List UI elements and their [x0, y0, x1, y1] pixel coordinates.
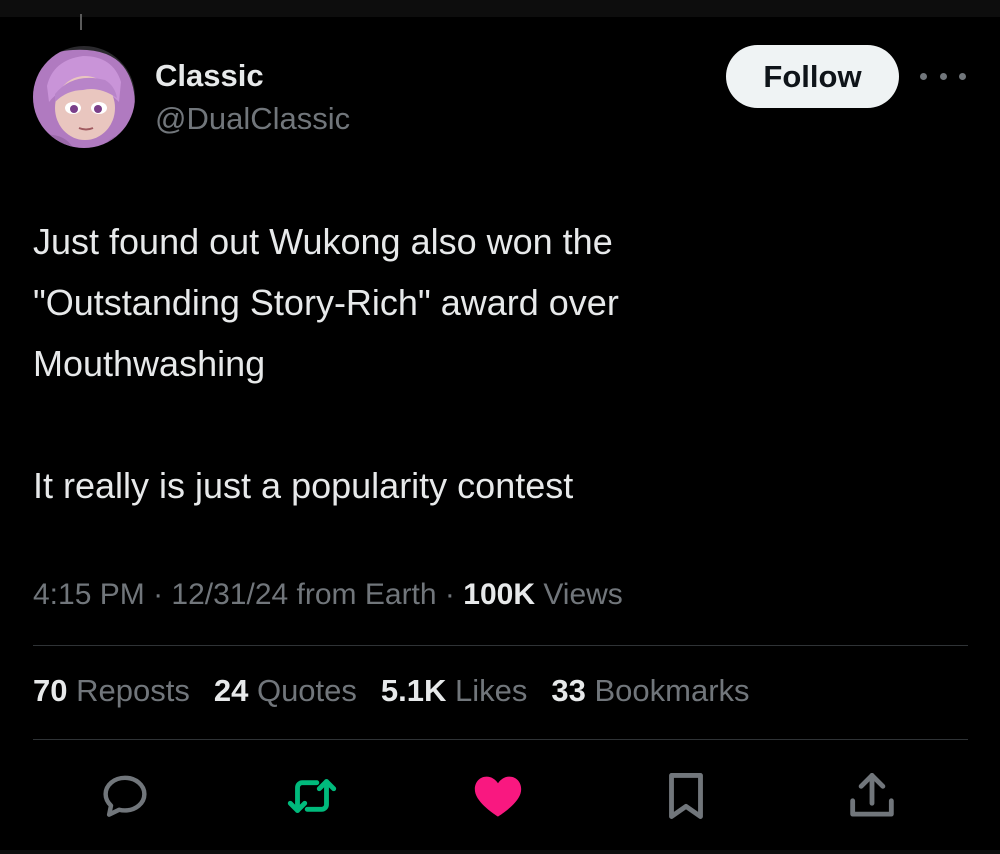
- divider: [33, 739, 968, 740]
- quotes-stat[interactable]: 24 Quotes: [214, 673, 357, 709]
- tweet-time[interactable]: 4:15 PM: [33, 578, 145, 611]
- likes-label: Likes: [455, 673, 528, 708]
- tweet-line: It really is just a popularity contest: [33, 465, 574, 506]
- repost-icon: [287, 779, 337, 813]
- tweet-page: Classic @DualClassic Follow Just found o…: [0, 0, 1000, 854]
- likes-count: 5.1K: [380, 673, 447, 708]
- tweet-line: Mouthwashing: [33, 343, 266, 384]
- tweet-meta: 4:15 PM · 12/31/24 from Earth · 100K Vie…: [33, 578, 623, 612]
- like-button[interactable]: [468, 766, 528, 826]
- author-handle[interactable]: @DualClassic: [155, 101, 350, 137]
- tweet-line: Just found out Wukong also won the: [33, 221, 613, 262]
- meta-separator: ·: [153, 578, 164, 611]
- bookmarks-stat[interactable]: 33 Bookmarks: [551, 673, 749, 709]
- reposts-count: 70: [33, 673, 68, 708]
- reply-icon: [103, 775, 147, 817]
- bottom-strip: [0, 850, 1000, 854]
- views-label: Views: [543, 578, 623, 611]
- bookmark-button[interactable]: [656, 766, 716, 826]
- top-strip: [0, 0, 1000, 17]
- follow-button[interactable]: Follow: [726, 45, 899, 108]
- thread-connector-line: [80, 14, 82, 30]
- more-options-icon[interactable]: [920, 64, 966, 88]
- more-dot: [959, 72, 966, 80]
- bookmark-icon: [669, 773, 703, 819]
- likes-stat[interactable]: 5.1K Likes: [381, 673, 527, 709]
- avatar-image: [33, 46, 135, 148]
- more-dot: [939, 72, 947, 80]
- reposts-label: Reposts: [76, 673, 190, 708]
- tweet-date-source[interactable]: 12/31/24 from Earth: [171, 578, 436, 611]
- quotes-label: Quotes: [256, 673, 357, 708]
- tweet-line: "Outstanding Story-Rich" award over: [33, 282, 619, 323]
- bookmarks-label: Bookmarks: [594, 673, 750, 708]
- divider: [33, 645, 968, 646]
- views-count: 100K: [463, 578, 535, 611]
- repost-button[interactable]: [282, 766, 342, 826]
- more-dot: [920, 72, 927, 80]
- reply-button[interactable]: [95, 766, 155, 826]
- reposts-stat[interactable]: 70 Reposts: [33, 673, 190, 709]
- meta-separator: ·: [444, 578, 455, 611]
- bookmarks-count: 33: [551, 673, 586, 708]
- engagement-stats: 70 Reposts 24 Quotes 5.1K Likes 33 Bookm…: [33, 673, 750, 709]
- avatar[interactable]: [33, 46, 135, 148]
- like-icon: [474, 776, 522, 817]
- quotes-count: 24: [213, 673, 249, 708]
- author-display-name[interactable]: Classic: [155, 58, 264, 94]
- tweet-text: Just found out Wukong also won the "Outs…: [33, 211, 933, 516]
- share-button[interactable]: [842, 766, 902, 826]
- share-icon: [850, 773, 894, 817]
